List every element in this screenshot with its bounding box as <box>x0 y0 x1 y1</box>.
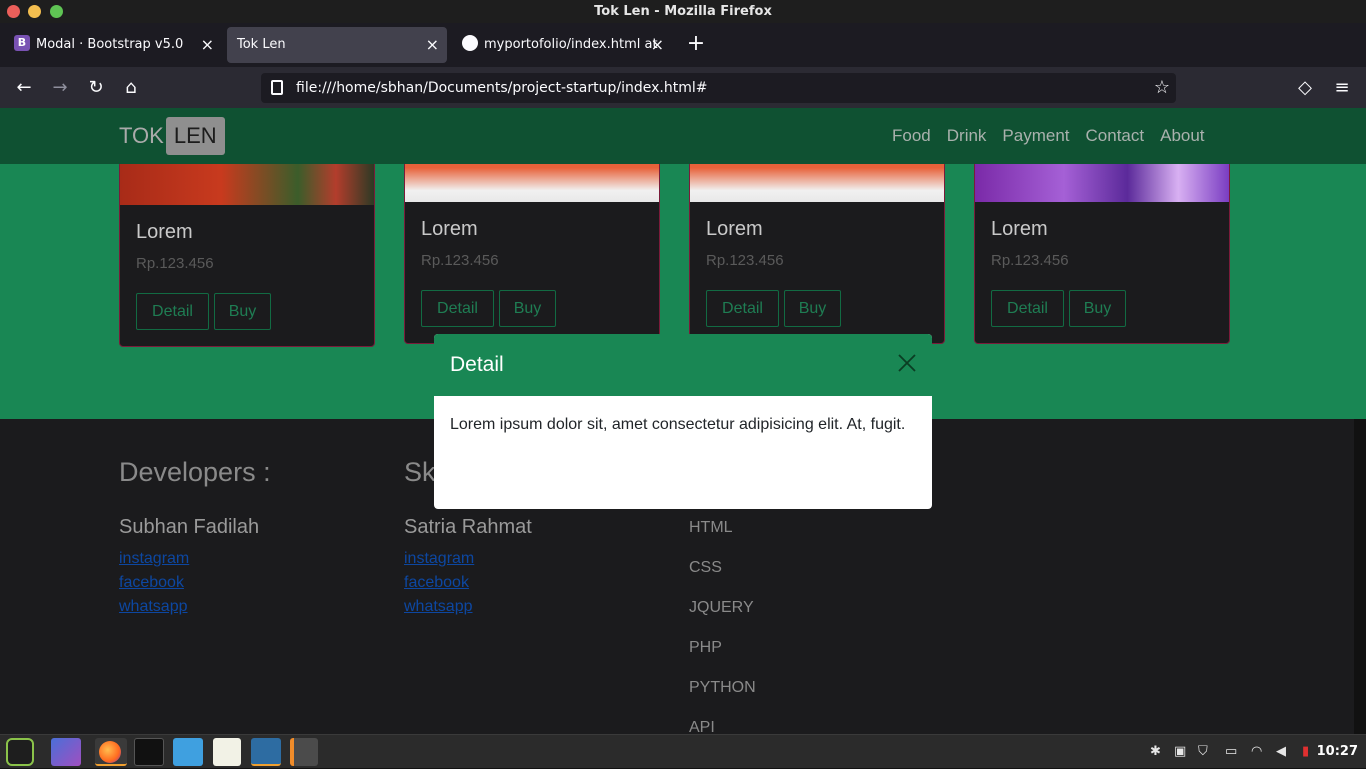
nav-link-contact[interactable]: Contact <box>1078 117 1153 155</box>
developer-name: Satria Rahmat <box>404 516 532 538</box>
github-icon <box>462 35 478 51</box>
buy-button[interactable]: Buy <box>499 290 556 327</box>
buy-button[interactable]: Buy <box>1069 290 1126 327</box>
bookmark-star-icon[interactable]: ☆ <box>1154 73 1170 103</box>
clock[interactable]: 10:27 <box>1317 735 1358 769</box>
sublime-icon[interactable] <box>290 738 318 766</box>
home-button[interactable]: ⌂ <box>118 75 144 101</box>
modal-body: Lorem ipsum dolor sit, amet consectetur … <box>450 416 906 433</box>
close-tab-icon[interactable]: × <box>651 27 664 63</box>
tab-strip: B Modal · Bootstrap v5.0 × Tok Len × mypo… <box>0 23 1366 67</box>
close-tab-icon[interactable]: × <box>201 27 214 63</box>
whatsapp-link[interactable]: whatsapp <box>119 598 188 616</box>
page-viewport: Lorem Rp.123.456 Detail Buy Lorem Rp.123… <box>0 108 1366 734</box>
drive-icon[interactable]: ▭ <box>1225 735 1237 769</box>
shield-icon[interactable]: ⛉ <box>1198 735 1208 769</box>
taskbar: ✱ ▣ ⛉ ▭ ◠ ◀ ▮ 10:27 <box>0 734 1366 768</box>
whatsapp-link[interactable]: whatsapp <box>404 598 473 616</box>
modal-title: Detail <box>450 353 504 376</box>
pocket-icon[interactable]: ◇ <box>1292 75 1318 101</box>
product-price: Rp.123.456 <box>991 252 1069 269</box>
product-card: Lorem Rp.123.456 Detail Buy <box>404 144 660 344</box>
window-title: Tok Len - Mozilla Firefox <box>594 4 772 19</box>
back-button[interactable]: ← <box>11 75 37 101</box>
firefox-icon[interactable] <box>95 738 127 766</box>
tab-label: myportofolio/index.html at <box>484 37 658 52</box>
nav-toolbar: ← → ↻ ⌂ file:///home/sbhan/Documents/pro… <box>0 67 1366 108</box>
skill-item: PYTHON <box>689 679 756 696</box>
developer-name: Subhan Fadilah <box>119 516 260 538</box>
product-title: Lorem <box>136 221 193 243</box>
developers-heading: Developers : <box>119 457 271 487</box>
close-window-button[interactable] <box>7 5 20 18</box>
site-brand[interactable]: TOK LEN <box>119 117 225 155</box>
skill-item: PHP <box>689 639 722 656</box>
instagram-link[interactable]: instagram <box>404 550 474 568</box>
text-editor-icon[interactable] <box>213 738 241 766</box>
detail-button[interactable]: Detail <box>136 293 209 330</box>
wifi-icon[interactable]: ◠ <box>1251 735 1262 769</box>
facebook-link[interactable]: facebook <box>119 574 184 592</box>
volume-icon[interactable]: ◀ <box>1276 735 1286 769</box>
minimize-window-button[interactable] <box>28 5 41 18</box>
instagram-link[interactable]: instagram <box>119 550 189 568</box>
product-title: Lorem <box>421 218 478 240</box>
skill-item: API <box>689 719 715 734</box>
product-title: Lorem <box>991 218 1048 240</box>
detail-modal: Detail Lorem ipsum dolor sit, amet conse… <box>434 334 932 509</box>
scrollbar-track[interactable] <box>1354 419 1366 734</box>
nav-link-drink[interactable]: Drink <box>939 117 995 155</box>
mint-menu-icon[interactable] <box>6 738 34 766</box>
show-desktop-icon[interactable] <box>51 738 81 766</box>
reload-button[interactable]: ↻ <box>83 75 109 101</box>
site-nav-links: Food Drink Payment Contact About <box>884 117 1213 155</box>
bluetooth-icon[interactable]: ✱ <box>1150 735 1161 769</box>
product-card: Lorem Rp.123.456 Detail Buy <box>119 144 375 347</box>
product-price: Rp.123.456 <box>136 255 214 272</box>
detail-button[interactable]: Detail <box>421 290 494 327</box>
window-titlebar: Tok Len - Mozilla Firefox <box>0 0 1366 23</box>
app-menu-button[interactable]: ≡ <box>1329 75 1355 101</box>
detail-button[interactable]: Detail <box>991 290 1064 327</box>
close-tab-icon[interactable]: × <box>426 27 439 63</box>
terminal-icon[interactable] <box>134 738 164 766</box>
product-price: Rp.123.456 <box>706 252 784 269</box>
vscode-icon[interactable] <box>251 738 281 766</box>
site-navbar: TOK LEN Food Drink Payment Contact About <box>0 108 1366 164</box>
tab-label: Tok Len <box>237 37 286 52</box>
skill-item: JQUERY <box>689 599 754 616</box>
buy-button[interactable]: Buy <box>214 293 271 330</box>
files-icon[interactable] <box>173 738 203 766</box>
tab-label: Modal · Bootstrap v5.0 <box>36 37 184 52</box>
facebook-link[interactable]: facebook <box>404 574 469 592</box>
maximize-window-button[interactable] <box>50 5 63 18</box>
bootstrap-icon: B <box>14 35 30 51</box>
new-tab-button[interactable]: + <box>684 27 708 63</box>
buy-button[interactable]: Buy <box>784 290 841 327</box>
page-icon <box>271 80 283 95</box>
modal-header: Detail <box>434 334 932 396</box>
tab-bootstrap-modal[interactable]: B Modal · Bootstrap v5.0 × <box>4 27 222 63</box>
detail-button[interactable]: Detail <box>706 290 779 327</box>
url-text[interactable]: file:///home/sbhan/Documents/project-sta… <box>296 73 707 103</box>
update-manager-icon[interactable]: ▣ <box>1174 735 1186 769</box>
nav-link-food[interactable]: Food <box>884 117 939 155</box>
skill-item: CSS <box>689 559 722 576</box>
product-title: Lorem <box>706 218 763 240</box>
skills-heading: Sk <box>404 457 436 487</box>
skill-item: HTML <box>689 519 733 536</box>
close-icon[interactable] <box>896 352 918 374</box>
brand-len: LEN <box>165 117 225 155</box>
product-price: Rp.123.456 <box>421 252 499 269</box>
tab-myportofolio[interactable]: myportofolio/index.html at × <box>452 27 672 63</box>
nav-link-about[interactable]: About <box>1152 117 1212 155</box>
nav-link-payment[interactable]: Payment <box>994 117 1077 155</box>
tab-tok-len[interactable]: Tok Len × <box>227 27 447 63</box>
product-card: Lorem Rp.123.456 Detail Buy <box>974 144 1230 344</box>
brand-tok: TOK <box>119 123 164 148</box>
forward-button[interactable]: → <box>47 75 73 101</box>
product-card: Lorem Rp.123.456 Detail Buy <box>689 144 945 344</box>
url-bar[interactable]: file:///home/sbhan/Documents/project-sta… <box>261 73 1176 103</box>
battery-icon[interactable]: ▮ <box>1302 735 1309 769</box>
